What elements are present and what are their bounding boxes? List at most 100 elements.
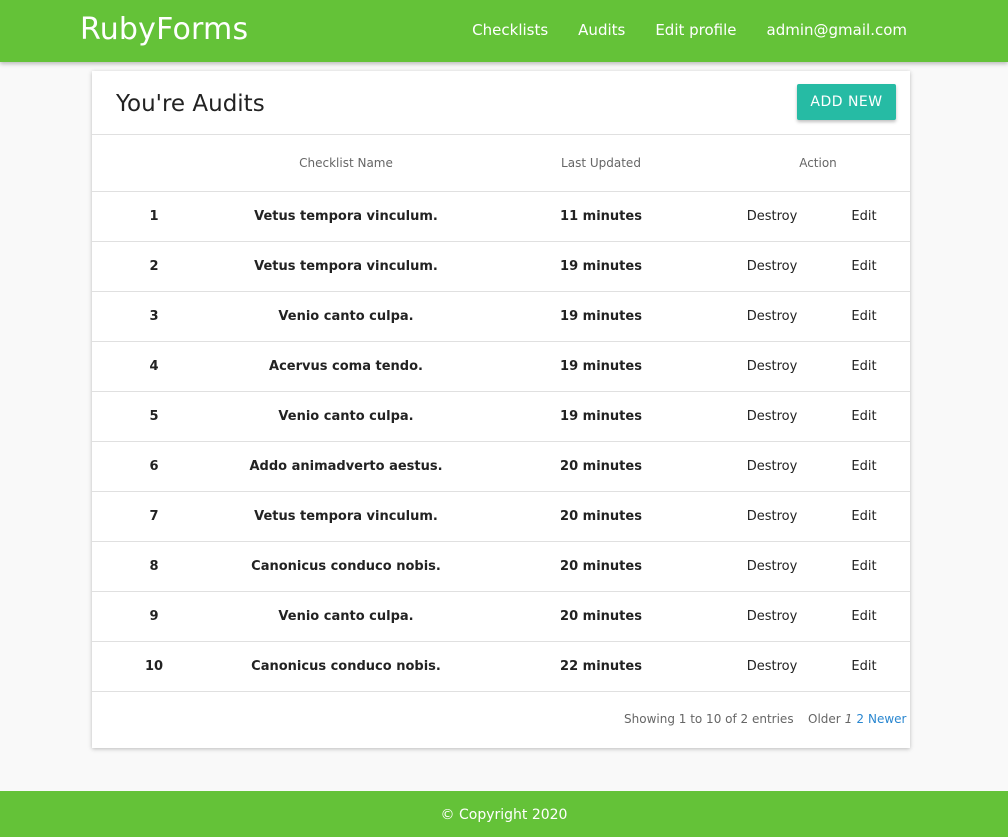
row-edit-link[interactable]: Edit xyxy=(851,409,876,424)
row-last-updated-cell: 19 minutes xyxy=(476,291,726,342)
row-edit-link-cell: Edit xyxy=(818,291,910,342)
row-last-updated: 19 minutes xyxy=(560,308,642,324)
row-edit-link-cell: Edit xyxy=(818,191,910,242)
pagination-page-2[interactable]: 2 xyxy=(856,712,864,726)
navbar: RubyForms Checklists Audits Edit profile… xyxy=(0,0,1008,62)
row-last-updated-cell: 19 minutes xyxy=(476,341,726,392)
row-edit-link[interactable]: Edit xyxy=(851,509,876,524)
table-row: 3 Venio canto culpa. 19 minutes Destroy Edit xyxy=(92,291,910,342)
row-checklist-name-cell: Vetus tempora vinculum. xyxy=(216,241,476,292)
row-index-cell: 4 xyxy=(92,341,216,392)
row-index: 5 xyxy=(149,408,159,424)
row-edit-link[interactable]: Edit xyxy=(851,459,876,474)
row-index-cell: 1 xyxy=(92,191,216,242)
row-checklist-name-cell: Venio canto culpa. xyxy=(216,591,476,642)
row-edit-link[interactable]: Edit xyxy=(851,659,876,674)
audits-card: You're Audits ADD NEW Checklist Name Las… xyxy=(92,71,910,748)
row-checklist-name: Addo animadverto aestus. xyxy=(249,458,443,474)
row-checklist-name: Canonicus conduco nobis. xyxy=(251,658,441,674)
nav-link-edit-profile[interactable]: Edit profile xyxy=(655,21,736,39)
row-last-updated: 19 minutes xyxy=(560,258,642,274)
row-destroy-link[interactable]: Destroy xyxy=(747,359,798,374)
row-destroy-link-cell: Destroy xyxy=(726,641,818,692)
row-last-updated-cell: 20 minutes xyxy=(476,591,726,642)
nav-links: Checklists Audits Edit profile admin@gma… xyxy=(472,21,907,39)
row-index: 4 xyxy=(149,358,159,374)
row-last-updated-cell: 11 minutes xyxy=(476,191,726,242)
row-last-updated-cell: 19 minutes xyxy=(476,241,726,292)
row-edit-link[interactable]: Edit xyxy=(851,559,876,574)
row-destroy-link[interactable]: Destroy xyxy=(747,509,798,524)
row-index-cell: 8 xyxy=(92,541,216,592)
table-row: 4 Acervus coma tendo. 19 minutes Destroy Edi… xyxy=(92,341,910,392)
header-checklist-name[interactable]: Checklist Name xyxy=(216,135,476,192)
row-checklist-name: Vetus tempora vinculum. xyxy=(254,258,438,274)
row-destroy-link-cell: Destroy xyxy=(726,391,818,442)
row-checklist-name-cell: Venio canto culpa. xyxy=(216,291,476,342)
row-index: 8 xyxy=(149,558,159,574)
row-checklist-name-cell: Acervus coma tendo. xyxy=(216,341,476,392)
pagination-newer[interactable]: Newer xyxy=(868,712,907,726)
row-destroy-link[interactable]: Destroy xyxy=(747,209,798,224)
row-edit-link[interactable]: Edit xyxy=(851,609,876,624)
row-destroy-link[interactable]: Destroy xyxy=(747,559,798,574)
row-checklist-name: Venio canto culpa. xyxy=(278,408,414,424)
row-edit-link-cell: Edit xyxy=(818,491,910,542)
row-edit-link[interactable]: Edit xyxy=(851,259,876,274)
page-title: You're Audits xyxy=(116,91,265,117)
header-last-updated[interactable]: Last Updated xyxy=(476,135,726,192)
table-row: 10 Canonicus conduco nobis. 22 minutes Dest… xyxy=(92,641,910,692)
row-checklist-name: Acervus coma tendo. xyxy=(269,358,423,374)
row-edit-link-cell: Edit xyxy=(818,641,910,692)
row-destroy-link[interactable]: Destroy xyxy=(747,259,798,274)
nav-link-audits[interactable]: Audits xyxy=(578,21,625,39)
row-destroy-link[interactable]: Destroy xyxy=(747,609,798,624)
table-row: 5 Venio canto culpa. 19 minutes Destroy Edit xyxy=(92,391,910,442)
row-destroy-link[interactable]: Destroy xyxy=(747,659,798,674)
row-destroy-link-cell: Destroy xyxy=(726,541,818,592)
row-destroy-link[interactable]: Destroy xyxy=(747,459,798,474)
row-destroy-link-cell: Destroy xyxy=(726,591,818,642)
row-last-updated-cell: 22 minutes xyxy=(476,641,726,692)
brand-logo[interactable]: RubyForms xyxy=(80,12,248,47)
header-index xyxy=(92,135,216,192)
table-row: 6 Addo animadverto aestus. 20 minutes Destr… xyxy=(92,441,910,492)
row-checklist-name-cell: Canonicus conduco nobis. xyxy=(216,641,476,692)
nav-link-user-email[interactable]: admin@gmail.com xyxy=(767,21,907,39)
table-row: 2 Vetus tempora vinculum. 19 minutes Destro… xyxy=(92,241,910,292)
row-destroy-link-cell: Destroy xyxy=(726,341,818,392)
row-edit-link[interactable]: Edit xyxy=(851,359,876,374)
row-last-updated: 19 minutes xyxy=(560,358,642,374)
row-index: 7 xyxy=(149,508,159,524)
row-checklist-name: Vetus tempora vinculum. xyxy=(254,508,438,524)
row-checklist-name-cell: Canonicus conduco nobis. xyxy=(216,541,476,592)
row-index-cell: 3 xyxy=(92,291,216,342)
row-index: 1 xyxy=(149,208,159,224)
row-destroy-link-cell: Destroy xyxy=(726,441,818,492)
row-last-updated: 20 minutes xyxy=(560,608,642,624)
row-destroy-link-cell: Destroy xyxy=(726,291,818,342)
table-footer: Showing 1 to 10 of 2 entries Older 1 2 N… xyxy=(92,692,910,748)
row-edit-link[interactable]: Edit xyxy=(851,209,876,224)
row-checklist-name-cell: Venio canto culpa. xyxy=(216,391,476,442)
row-last-updated: 11 minutes xyxy=(560,208,642,224)
nav-link-checklists[interactable]: Checklists xyxy=(472,21,548,39)
row-destroy-link[interactable]: Destroy xyxy=(747,409,798,424)
row-last-updated: 20 minutes xyxy=(560,558,642,574)
row-destroy-link[interactable]: Destroy xyxy=(747,309,798,324)
table-row: 8 Canonicus conduco nobis. 20 minutes Destr… xyxy=(92,541,910,592)
table-header-row: Checklist Name Last Updated Action xyxy=(92,135,910,192)
row-last-updated-cell: 20 minutes xyxy=(476,541,726,592)
row-index-cell: 9 xyxy=(92,591,216,642)
row-last-updated: 22 minutes xyxy=(560,658,642,674)
table-row: 7 Vetus tempora vinculum. 20 minutes Destro… xyxy=(92,491,910,542)
audits-table: Checklist Name Last Updated Action 1 Vetu… xyxy=(92,135,910,692)
row-last-updated: 19 minutes xyxy=(560,408,642,424)
row-edit-link-cell: Edit xyxy=(818,441,910,492)
add-new-button[interactable]: ADD NEW xyxy=(797,84,896,120)
row-index: 9 xyxy=(149,608,159,624)
row-edit-link[interactable]: Edit xyxy=(851,309,876,324)
entries-info: Showing 1 to 10 of 2 entries xyxy=(624,711,794,726)
pagination-current-page: 1 xyxy=(844,711,853,726)
row-last-updated-cell: 20 minutes xyxy=(476,441,726,492)
